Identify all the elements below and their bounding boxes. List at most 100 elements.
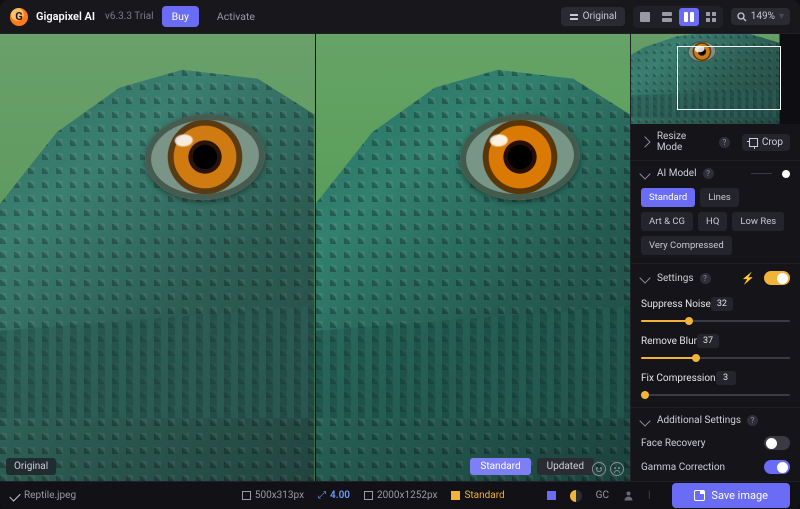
chevron-down-icon [639,168,650,179]
gamma-toggle[interactable] [764,460,790,474]
face-sad-icon[interactable] [610,462,624,476]
gc-label: GC [596,490,609,501]
app-title: Gigapixel AI [36,10,95,23]
zoom-value: 149% [751,11,775,22]
view-mode-segment [633,6,723,28]
status-model: Standard [451,490,504,501]
view-split-h[interactable] [657,8,677,26]
activate-button[interactable]: Activate [207,6,265,27]
face-recovery-row: Face Recovery [631,433,800,457]
image-viewer[interactable]: Original Standard Updated [0,34,630,481]
additional-settings-label: Additional Settings [657,415,741,426]
navigator-viewport[interactable] [677,46,781,110]
top-bar: G Gigapixel AI v6.3.3 Trial Buy Activate… [0,0,800,34]
remove-blur-label: Remove Blur [641,336,697,347]
view-split-v[interactable] [679,8,699,26]
auto-dot-icon[interactable] [782,170,790,178]
fix-compression-label: Fix Compression [641,373,716,384]
settings-label: Settings [657,273,694,284]
suppress-noise-track[interactable] [641,315,790,327]
app-version: v6.3.3 Trial [105,11,154,22]
remove-blur-track[interactable] [641,352,790,364]
original-image [0,34,315,481]
side-panel: Resize Mode ? Crop AI Model ? Standard L… [630,34,800,481]
face-happy-icon[interactable] [592,462,606,476]
original-badge: Original [6,458,56,475]
suppress-noise-slider: Suppress Noise 32 [631,292,800,329]
resize-mode-label: Resize Mode [657,131,713,153]
expand-icon: ⤢ [318,490,326,501]
pane-result: Standard Updated [315,34,631,481]
help-icon[interactable]: ? [719,137,730,148]
original-chip[interactable]: Original [561,7,625,26]
gamma-label: Gamma Correction [641,462,725,473]
model-square-icon [451,491,460,500]
app-logo: G [10,8,28,26]
chevron-down-icon [639,272,650,283]
square-icon [364,491,373,500]
model-hq[interactable]: HQ [698,212,727,231]
settings-auto-toggle[interactable] [764,271,790,285]
view-single[interactable] [635,8,655,26]
filename-group: Reptile.jpeg [10,490,76,501]
remove-blur-slider: Remove Blur 37 [631,329,800,366]
help-icon[interactable]: ? [703,168,714,179]
buy-button[interactable]: Buy [162,6,199,27]
model-lines[interactable]: Lines [700,188,739,207]
remove-blur-value: 37 [697,334,719,348]
fix-compression-track[interactable] [641,389,790,401]
face-recovery-toggle[interactable] [764,436,790,450]
ai-model-row[interactable]: AI Model ? [631,160,800,186]
auto-line [751,173,772,174]
ai-model-label: AI Model [657,168,697,179]
app-window: G Gigapixel AI v6.3.3 Trial Buy Activate… [0,0,800,509]
help-icon[interactable]: ? [747,415,758,426]
model-art-cg[interactable]: Art & CG [641,212,693,231]
ai-model-chips: Standard Lines Art & CG HQ Low Res Very … [631,186,800,263]
gamma-row: Gamma Correction [631,457,800,481]
result-updated-pill[interactable]: Updated [537,458,594,475]
save-icon [694,490,705,501]
fix-compression-slider: Fix Compression 3 [631,366,800,403]
contrast-icon[interactable] [570,490,582,502]
chevron-right-icon [639,136,650,147]
suppress-noise-label: Suppress Noise [641,299,711,310]
suppress-noise-value: 32 [711,297,733,311]
search-icon [737,12,747,22]
fix-compression-value: 3 [716,371,736,385]
navigator-thumbnail[interactable] [631,34,800,124]
input-dims: 500x313px [242,490,304,501]
crop-label: Crop [762,137,783,148]
result-image [316,34,631,481]
save-label: Save image [711,489,768,502]
stack-icon [569,12,579,22]
face-recovery-label: Face Recovery [641,438,705,449]
crop-icon [749,138,758,147]
person-icon[interactable] [623,490,634,501]
main-area: Original Standard Updated [0,34,800,481]
resize-mode-row[interactable]: Resize Mode ? Crop [631,124,800,160]
status-bar: Reptile.jpeg 500x313px ⤢4.00 2000x1252px… [0,481,800,509]
model-very-compressed[interactable]: Very Compressed [641,236,732,255]
settings-row[interactable]: Settings ? ⚡ [631,263,800,292]
color-chip-icon[interactable] [547,491,556,500]
check-icon [9,490,20,501]
chevron-down-icon [639,415,650,426]
crop-button[interactable]: Crop [742,134,790,151]
original-chip-label: Original [583,11,617,22]
feedback-faces [592,462,624,476]
save-image-button[interactable]: Save image [672,483,790,508]
model-standard[interactable]: Standard [641,188,695,207]
additional-settings-row[interactable]: Additional Settings ? [631,407,800,433]
result-model-pill[interactable]: Standard [470,458,530,475]
output-dims: 2000x1252px [364,490,437,501]
filename-label: Reptile.jpeg [24,490,76,501]
scale-factor[interactable]: ⤢4.00 [318,490,350,501]
model-low-res[interactable]: Low Res [732,212,784,231]
view-quad[interactable] [701,8,721,26]
bolt-icon: ⚡ [741,272,755,285]
square-icon [242,491,251,500]
pane-original: Original [0,34,315,481]
zoom-control[interactable]: 149% ▾ [731,8,790,25]
help-icon[interactable]: ? [700,273,711,284]
